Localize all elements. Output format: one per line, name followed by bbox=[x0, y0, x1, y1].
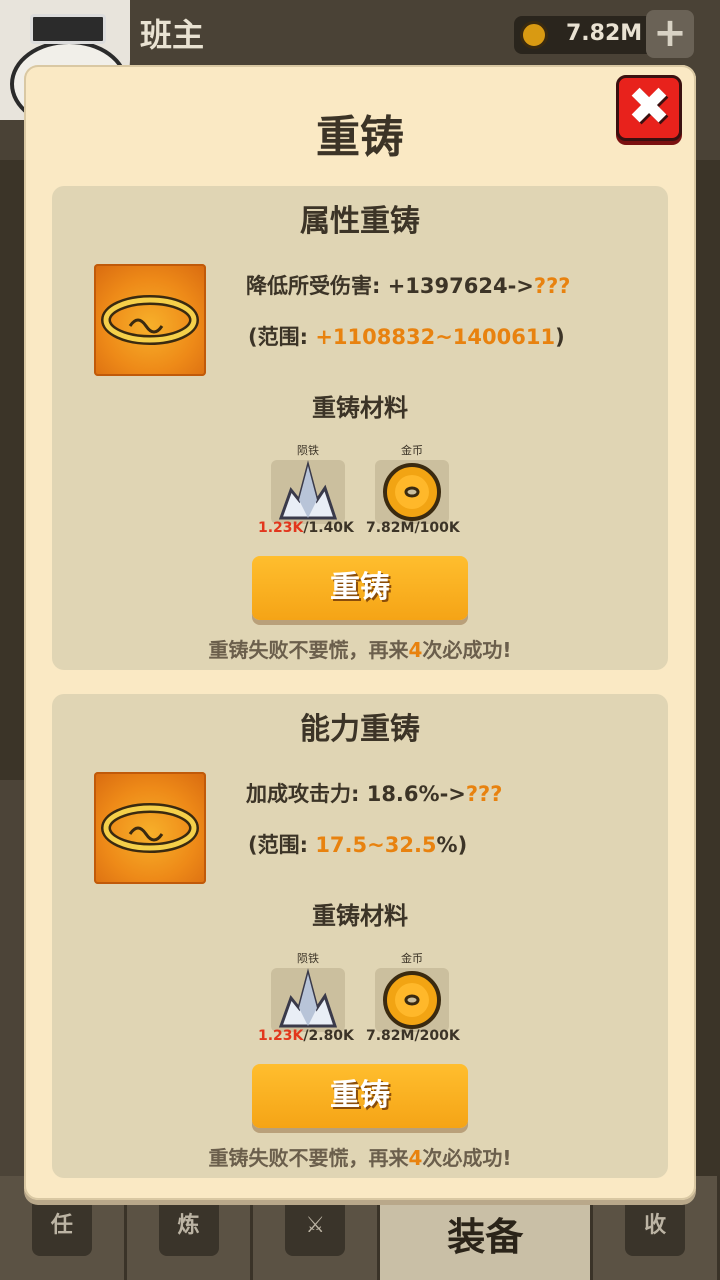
recast-modal: 重铸 ✖ 属性重铸 降低所受伤害: +1397624->??? (范围: +11… bbox=[24, 65, 696, 1200]
panel-title: 能力重铸 bbox=[300, 712, 420, 747]
crystal-icon bbox=[271, 968, 345, 1032]
gold-coin-icon bbox=[520, 21, 548, 49]
scroll-icon: 任 bbox=[31, 1196, 92, 1256]
range-prefix: (范围: bbox=[248, 833, 316, 857]
range-suffix: ) bbox=[555, 325, 565, 349]
material-count: 1.23K/1.40K bbox=[258, 520, 354, 536]
crossed-swords-icon: ⚔ bbox=[285, 1196, 346, 1256]
bracelet-icon bbox=[94, 772, 206, 884]
material-need: /200K bbox=[414, 1028, 460, 1044]
attribute-range: (范围: +1108832~1400611) bbox=[248, 321, 565, 351]
gold-coin-icon bbox=[375, 460, 449, 524]
material-have: 7.82M bbox=[366, 1028, 415, 1044]
ability-recast-panel: 能力重铸 加成攻击力: 18.6%->??? (范围: 17.5~32.5%) … bbox=[52, 694, 668, 1178]
gold-coin-icon bbox=[375, 968, 449, 1032]
material-need: /1.40K bbox=[303, 520, 354, 536]
attribute-recast-panel: 属性重铸 降低所受伤害: +1397624->??? (范围: +1108832… bbox=[52, 186, 668, 670]
ability-stat: 加成攻击力: 18.6%->??? bbox=[246, 778, 502, 808]
book-icon: 炼 bbox=[158, 1196, 219, 1256]
material-name: 金币 bbox=[401, 444, 423, 457]
materials-title: 重铸材料 bbox=[312, 394, 408, 422]
stat-unknown: ??? bbox=[465, 782, 503, 806]
recast-hint: 重铸失败不要慌，再来4次必成功! bbox=[52, 1142, 668, 1171]
panel-title: 属性重铸 bbox=[300, 204, 420, 239]
hint-text: 次必成功! bbox=[422, 638, 512, 662]
close-button[interactable]: ✖ bbox=[616, 75, 682, 141]
headband-icon bbox=[30, 14, 106, 44]
material-name: 金币 bbox=[401, 952, 423, 965]
material-gold-coin[interactable]: 金币 bbox=[374, 952, 450, 1032]
material-need: /2.80K bbox=[303, 1028, 354, 1044]
material-count: 7.82M/100K bbox=[366, 520, 460, 536]
material-count: 1.23K/2.80K bbox=[258, 1028, 354, 1044]
hint-text: 重铸失败不要慌，再来 bbox=[208, 1146, 409, 1170]
material-have: 7.82M bbox=[366, 520, 415, 536]
recast-hint: 重铸失败不要慌，再来4次必成功! bbox=[52, 634, 668, 663]
material-meteorite-iron[interactable]: 陨铁 bbox=[270, 952, 346, 1032]
recast-attribute-button[interactable]: 重铸 bbox=[252, 556, 468, 620]
stat-text: 加成攻击力: 18.6%-> bbox=[246, 782, 466, 806]
material-gold-coin[interactable]: 金币 bbox=[374, 444, 450, 524]
ability-range: (范围: 17.5~32.5%) bbox=[248, 829, 467, 859]
range-prefix: (范围: bbox=[248, 325, 316, 349]
hint-text: 重铸失败不要慌，再来 bbox=[208, 638, 409, 662]
hint-number: 4 bbox=[408, 1146, 423, 1170]
close-icon: ✖ bbox=[627, 77, 671, 137]
attribute-stat: 降低所受伤害: +1397624->??? bbox=[246, 270, 570, 300]
range-value: +1108832~1400611 bbox=[315, 325, 556, 349]
material-have: 1.23K bbox=[258, 520, 304, 536]
material-name: 陨铁 bbox=[297, 952, 319, 965]
material-have: 1.23K bbox=[258, 1028, 304, 1044]
material-name: 陨铁 bbox=[297, 444, 319, 457]
player-name: 班主 bbox=[140, 16, 205, 54]
material-count: 7.82M/200K bbox=[366, 1028, 460, 1044]
material-need: /100K bbox=[414, 520, 460, 536]
nav-tab-equipment-label: 装备 bbox=[447, 1215, 524, 1259]
gold-currency: 7.82M + bbox=[514, 10, 694, 58]
material-meteorite-iron[interactable]: 陨铁 bbox=[270, 444, 346, 524]
range-value: 17.5~32.5 bbox=[315, 833, 437, 857]
gold-amount: 7.82M bbox=[566, 21, 643, 46]
modal-title: 重铸 bbox=[316, 112, 404, 163]
crystal-icon bbox=[271, 460, 345, 524]
collect-icon: 收 bbox=[625, 1196, 686, 1256]
stat-text: 降低所受伤害: +1397624-> bbox=[246, 274, 534, 298]
materials-title: 重铸材料 bbox=[312, 902, 408, 930]
add-gold-button[interactable]: + bbox=[646, 10, 694, 58]
recast-ability-button[interactable]: 重铸 bbox=[252, 1064, 468, 1128]
range-suffix: %) bbox=[436, 833, 468, 857]
stat-unknown: ??? bbox=[533, 274, 571, 298]
hint-text: 次必成功! bbox=[422, 1146, 512, 1170]
hint-number: 4 bbox=[408, 638, 423, 662]
bracelet-icon bbox=[94, 264, 206, 376]
